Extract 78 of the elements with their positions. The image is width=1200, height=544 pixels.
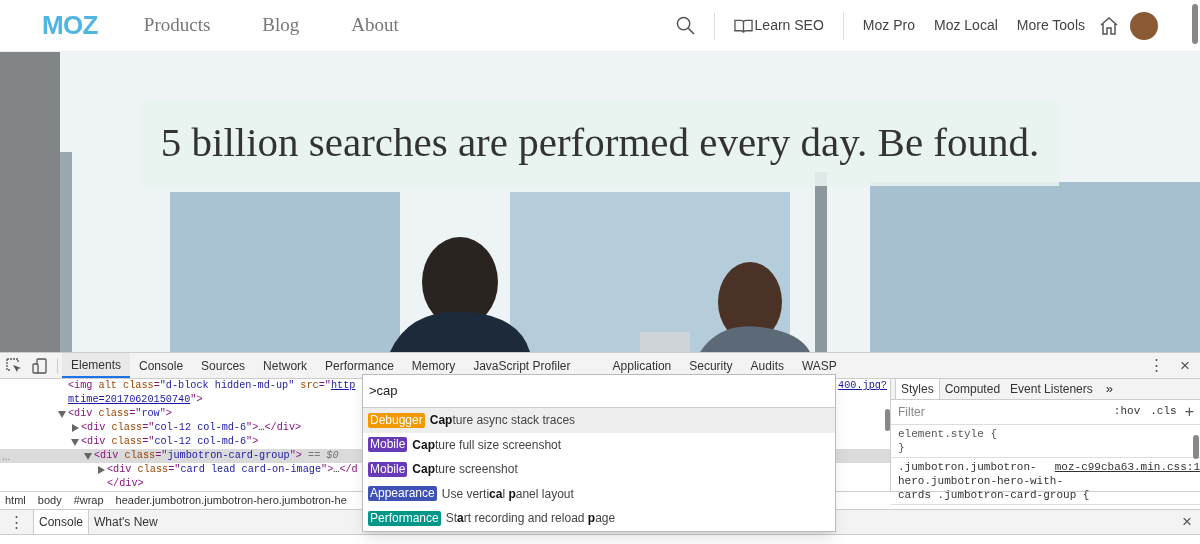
category-badge: Debugger [368,412,425,428]
drawer-tab[interactable]: Console [33,510,90,534]
code-line[interactable]: <div class="col-12 col-md-6">…</div> [81,420,302,436]
nav-link[interactable]: Moz Pro [862,15,915,36]
hero-headline: 5 billion searches are performed every day. Be found. [140,100,1060,186]
devtools-tab[interactable]: Application [603,353,681,378]
category-badge: Appearance [368,486,437,502]
add-rule-button[interactable]: + [1184,399,1194,424]
close-drawer-button[interactable]: × [1174,509,1200,535]
css-rule-line: .jumbotron.jumbotron- [898,459,1037,474]
command-item[interactable]: Mobile Capture full size screenshot [363,432,835,457]
nav-link[interactable]: Products [143,11,211,40]
home-icon[interactable] [1099,16,1119,35]
more-menu-button[interactable]: ⋮ [1141,354,1173,377]
styles-tab[interactable]: Computed [939,379,1006,399]
search-icon[interactable] [675,16,695,35]
code-line[interactable]: <div class="card lead card-on-image">…</d [107,462,358,478]
css-rule-line: } [898,440,905,455]
collapsed-triangle-icon[interactable] [71,424,79,432]
code-line[interactable]: <div class="jumbotron-card-group"> == $0 [94,448,339,464]
breadcrumb[interactable]: header.jumbotron.jumbotron-hero.jumbotron-he [115,492,347,509]
scrollbar-thumb[interactable] [1193,435,1199,459]
command-item[interactable]: Mobile Capture screenshot [363,457,835,482]
collapsed-triangle-icon[interactable] [97,466,105,474]
source-link[interactable]: moz-c99cba63.min.css:1 [1054,459,1200,474]
breadcrumb[interactable]: body [37,492,62,509]
nav-link[interactable]: More Tools [1016,15,1085,36]
learn-seo-link[interactable]: Learn SEO [733,15,824,36]
scrollbar-thumb[interactable] [885,409,890,431]
category-badge: Mobile [368,437,408,453]
avatar[interactable] [1130,11,1158,40]
devtools-tab[interactable]: JavaScript Profiler [464,353,580,378]
devtools-tab[interactable]: Console [130,353,193,378]
nav-link[interactable]: Moz Local [933,15,998,36]
breadcrumb[interactable]: #wrap [73,492,104,509]
nav-link[interactable]: Blog [262,11,300,40]
category-badge: Mobile [368,461,408,477]
class-button[interactable]: .cls [1150,403,1177,420]
filter-field[interactable]: Filter [898,402,1114,421]
styles-tab[interactable]: Styles [895,379,940,399]
command-item[interactable]: Appearance Use vertical panel layout [363,481,835,506]
code-line[interactable]: <div class="col-12 col-md-6"> [81,434,259,450]
breadcrumb[interactable]: html [5,492,26,509]
devtools-tab[interactable]: Elements [62,353,131,378]
css-rule-line: element.style { [898,426,998,441]
devtools-tab[interactable]: Memory [402,353,465,378]
css-rule-line: cards .jumbotron-card-group { [898,487,1090,502]
more-tabs-button[interactable]: » [1097,379,1121,399]
command-item[interactable]: Debugger Capture async stack traces [363,408,835,433]
code-line[interactable]: mtime=20170620150740"> [68,392,203,408]
css-rule-line: hero.jumbotron-hero-with- [898,473,1064,488]
code-line[interactable]: <div class="row"> [68,406,172,422]
expanded-triangle-icon[interactable] [58,410,66,418]
book-icon [733,17,753,34]
category-badge: Performance [368,510,441,526]
drawer-tab[interactable]: What's New [89,510,163,534]
expanded-triangle-icon[interactable] [71,438,79,446]
close-button[interactable]: × [1172,352,1198,379]
devtools-tab[interactable]: Performance [316,353,403,378]
code-link[interactable]: 400.jpg? [838,379,887,393]
styles-tab[interactable]: Event Listeners [1005,379,1098,399]
code-line[interactable]: <img alt class="d-block hidden-md-up" src="http [68,379,356,394]
devtools-tab[interactable]: WASP [792,353,846,378]
inspect-element-icon[interactable] [6,357,22,374]
devtools-tab[interactable]: Network [254,353,317,378]
gutter-dots: ... [2,449,11,464]
hover-state-button[interactable]: :hov [1113,403,1141,420]
expanded-triangle-icon[interactable] [84,452,92,460]
nav-link[interactable]: About [351,11,399,40]
devtools-tab[interactable]: Security [680,353,742,378]
scrollbar-thumb[interactable] [1192,4,1198,44]
drawer-menu-button[interactable]: ⋮ [0,510,33,534]
devtools-tab[interactable]: Audits [741,353,793,378]
device-toolbar-icon[interactable] [32,357,48,374]
devtools-tab[interactable]: Sources [192,353,255,378]
code-line[interactable]: </div> [107,476,144,491]
command-item[interactable]: Performance Start recording and reload page [363,506,835,531]
command-input[interactable]: >cap [369,381,829,401]
